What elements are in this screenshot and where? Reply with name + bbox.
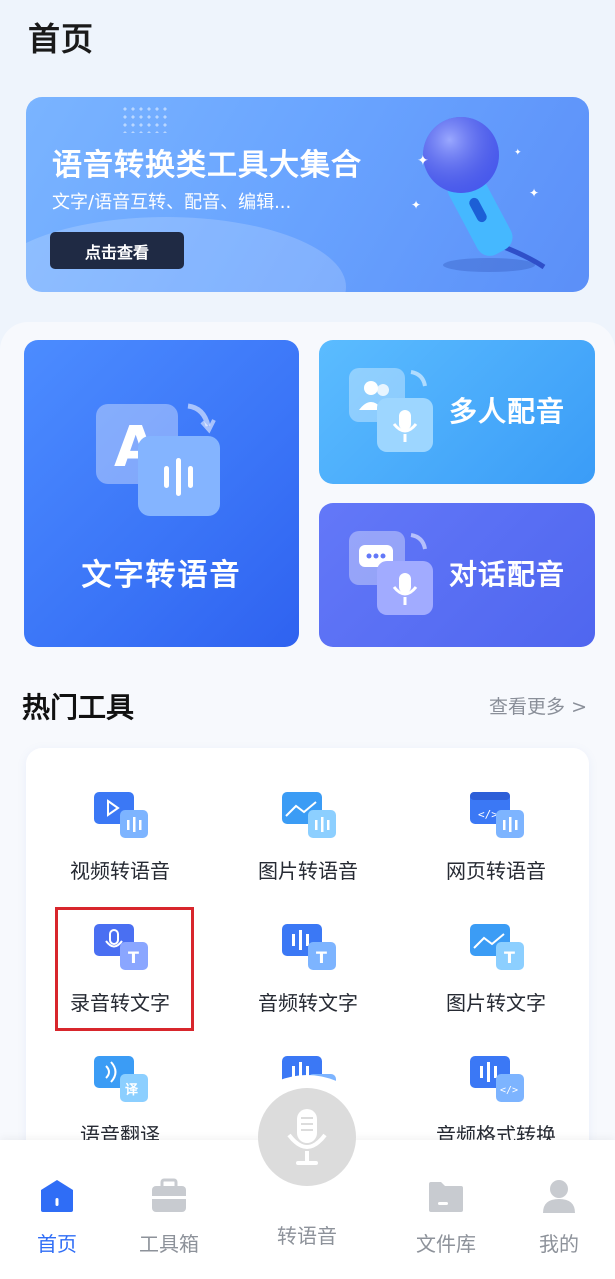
dialog-dub-card[interactable]: 对话配音 [319,503,595,647]
nav-mine[interactable]: 我的 [514,1176,604,1257]
svg-text:T: T [316,948,327,967]
toolbox-icon [152,1178,186,1212]
page-title: 首页 [28,20,95,58]
nav-files[interactable]: 文件库 [401,1176,491,1257]
tool-image-to-audio[interactable]: 图片转语音 [214,748,402,883]
svg-text:</>: </> [500,1085,518,1096]
audio-to-text-icon: T [282,924,336,970]
home-icon [41,1180,73,1212]
voice-translate-icon: 译 [94,1056,148,1102]
audio-format-icon: </> [470,1056,524,1102]
video-to-audio-icon [94,792,148,838]
text-to-speech-label: 文字转语音 [81,558,242,593]
image-to-audio-icon [282,792,336,838]
promo-banner[interactable]: 语音转换类工具大集合 文字/语音互转、配音、编辑... 点击查看 ✦ ✦ ✦ ✦ [26,97,589,292]
multi-person-dub-icon [349,368,433,452]
user-icon [543,1180,575,1213]
microphone-icon [287,1109,327,1165]
see-more-link[interactable]: 查看更多 > [489,692,587,719]
microphone-illustration-icon: ✦ ✦ ✦ ✦ [411,117,546,272]
nav-toolbox-label: 工具箱 [139,1232,199,1256]
banner-dots-decoration [121,105,171,133]
svg-text:✦: ✦ [411,198,421,212]
banner-subtitle: 文字/语音互转、配音、编辑... [52,192,292,213]
center-voice-button[interactable] [258,1088,356,1186]
tool-image-to-text[interactable]: T 图片转文字 [402,880,590,1015]
tool-audio-to-text[interactable]: T 音频转文字 [214,880,402,1015]
webpage-to-audio-icon: </> [470,792,524,838]
multi-person-dub-label: 多人配音 [449,395,566,428]
tool-video-to-audio[interactable]: 视频转语音 [26,748,214,883]
tool-webpage-to-audio[interactable]: </> 网页转语音 [402,748,590,883]
nav-home-label: 首页 [37,1232,77,1256]
nav-files-label: 文件库 [416,1232,476,1256]
banner-view-button[interactable]: 点击查看 [50,232,184,269]
dialog-dub-icon [349,531,433,615]
svg-text:</>: </> [478,808,498,821]
multi-person-dub-card[interactable]: 多人配音 [319,340,595,484]
svg-text:✦: ✦ [514,148,522,158]
text-to-speech-card[interactable]: A 文字转语音 [24,340,299,647]
nav-toolbox[interactable]: 工具箱 [124,1176,214,1257]
svg-text:译: 译 [125,1083,139,1098]
hot-tools-title: 热门工具 [22,691,135,724]
dialog-dub-label: 对话配音 [449,558,566,591]
text-to-speech-icon: A [96,403,220,516]
nav-mine-label: 我的 [539,1232,579,1256]
selection-highlight [55,907,194,1031]
svg-text:T: T [504,948,515,967]
svg-text:✦: ✦ [417,153,429,169]
nav-home[interactable]: 首页 [12,1176,102,1257]
tool-audio-format-convert[interactable]: </> 音频格式转换 [402,1012,590,1147]
svg-text:✦: ✦ [529,186,539,200]
banner-title: 语音转换类工具大集合 [52,148,362,183]
image-to-text-icon: T [470,924,524,970]
folder-icon [429,1182,463,1212]
nav-center-label[interactable]: 转语音 [262,1220,352,1249]
